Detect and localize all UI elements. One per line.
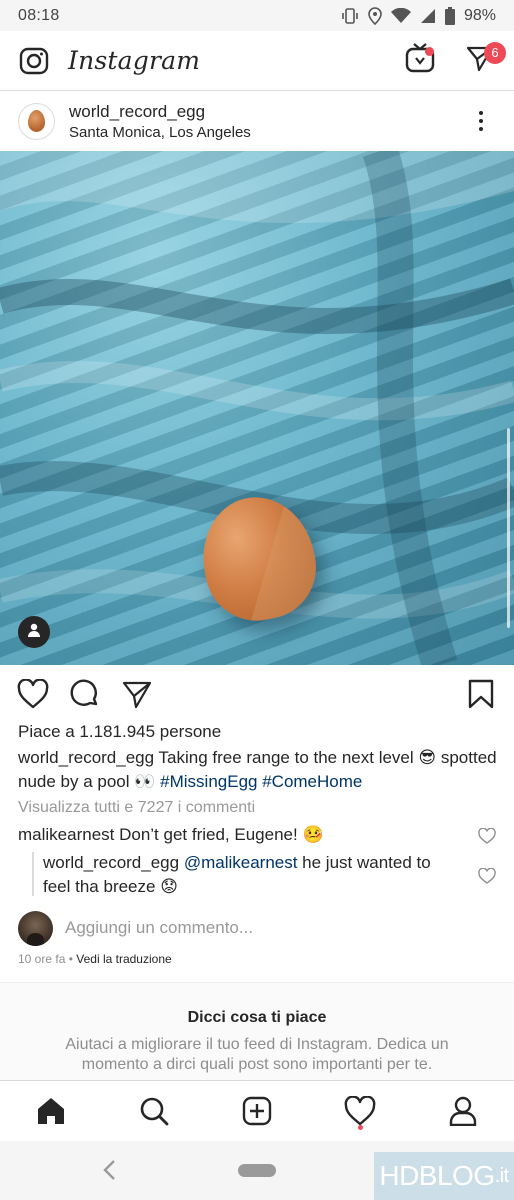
igtv-notification-dot [425, 46, 434, 56]
feedback-title: Dicci cosa ti piace [187, 1009, 327, 1026]
battery-percent: 98% [463, 6, 496, 24]
status-icons: 98% [341, 6, 496, 25]
watermark-brand: HDBLOG [379, 1160, 495, 1191]
post-time: 10 ore fa [18, 952, 66, 966]
caption-hashtags[interactable]: #MissingEgg #ComeHome [160, 772, 362, 791]
app-header: Instagram 6 [0, 31, 514, 91]
battery-icon [444, 6, 455, 25]
watermark-suffix: .it [494, 1164, 510, 1187]
signal-icon [420, 8, 436, 24]
reply-mention[interactable]: @malikearnest [179, 853, 298, 872]
comment-icon[interactable] [69, 678, 101, 710]
add-post-icon[interactable] [237, 1091, 277, 1131]
hdblog-watermark: HDBLOG .it [374, 1152, 514, 1200]
reply-comment: world_record_egg @malikearnest he just w… [43, 851, 453, 899]
reply-username[interactable]: world_record_egg [43, 853, 179, 872]
search-icon[interactable] [134, 1091, 174, 1131]
feedback-card: Dicci cosa ti piace Aiutaci a migliorare… [0, 982, 514, 1080]
app-logo: Instagram [68, 46, 201, 75]
post-user-info: world_record_egg Santa Monica, Los Angel… [69, 102, 466, 141]
home-icon[interactable] [31, 1091, 71, 1131]
share-icon[interactable] [121, 678, 153, 710]
status-bar: 08:18 98% [0, 0, 514, 31]
camera-icon[interactable] [14, 41, 54, 81]
location-icon [368, 6, 382, 25]
add-comment-row[interactable]: Aggiungi un commento... [18, 909, 498, 947]
activity-heart-icon[interactable] [340, 1091, 380, 1131]
person-icon [26, 622, 42, 643]
egg-avatar-image [28, 110, 45, 132]
comment-username[interactable]: malikearnest [18, 825, 114, 844]
reply-thread-line [32, 852, 34, 896]
post-image[interactable] [0, 151, 514, 665]
bookmark-icon[interactable] [465, 678, 497, 710]
my-avatar [18, 910, 53, 946]
caption-username[interactable]: world_record_egg [18, 748, 154, 767]
system-home-pill[interactable] [238, 1164, 276, 1177]
direct-badge: 6 [484, 41, 506, 64]
post-username[interactable]: world_record_egg [69, 102, 466, 122]
igtv-button[interactable] [400, 41, 440, 81]
wifi-icon [390, 7, 411, 24]
more-options-icon[interactable] [466, 106, 496, 136]
system-back-icon[interactable] [101, 1159, 117, 1186]
post-meta: 10 ore fa • Vedi la traduzione [18, 952, 172, 966]
post-actions [0, 670, 514, 718]
feedback-body: Aiutaci a migliorare il tuo feed di Inst… [65, 1036, 449, 1073]
comment-text: Don’t get fried, Eugene! 🤒 [114, 825, 324, 844]
status-time: 08:18 [18, 6, 60, 24]
post-header: world_record_egg Santa Monica, Los Angel… [0, 92, 514, 150]
likes-count[interactable]: Piace a 1.181.945 persone [18, 722, 221, 742]
comment: malikearnest Don’t get fried, Eugene! 🤒 [18, 823, 478, 847]
add-comment-input[interactable]: Aggiungi un commento... [65, 918, 253, 938]
post-location[interactable]: Santa Monica, Los Angeles [69, 124, 466, 141]
post-caption: world_record_egg Taking free range to th… [18, 746, 498, 794]
activity-notification-dot [357, 1124, 363, 1130]
post-avatar[interactable] [18, 102, 55, 140]
profile-icon[interactable] [443, 1091, 483, 1131]
direct-button[interactable]: 6 [460, 41, 506, 81]
scrollbar[interactable] [507, 428, 510, 628]
heart-icon[interactable] [17, 678, 49, 710]
view-all-comments[interactable]: Visualizza tutti e 7227 i commenti [18, 799, 255, 817]
see-translation-link[interactable]: Vedi la traduzione [76, 952, 171, 966]
tagged-people-button[interactable] [18, 616, 50, 648]
reply-like-heart-icon[interactable] [478, 867, 496, 886]
vibrate-icon [341, 7, 359, 25]
comment-like-heart-icon[interactable] [478, 827, 496, 846]
bottom-tab-bar [0, 1080, 514, 1140]
